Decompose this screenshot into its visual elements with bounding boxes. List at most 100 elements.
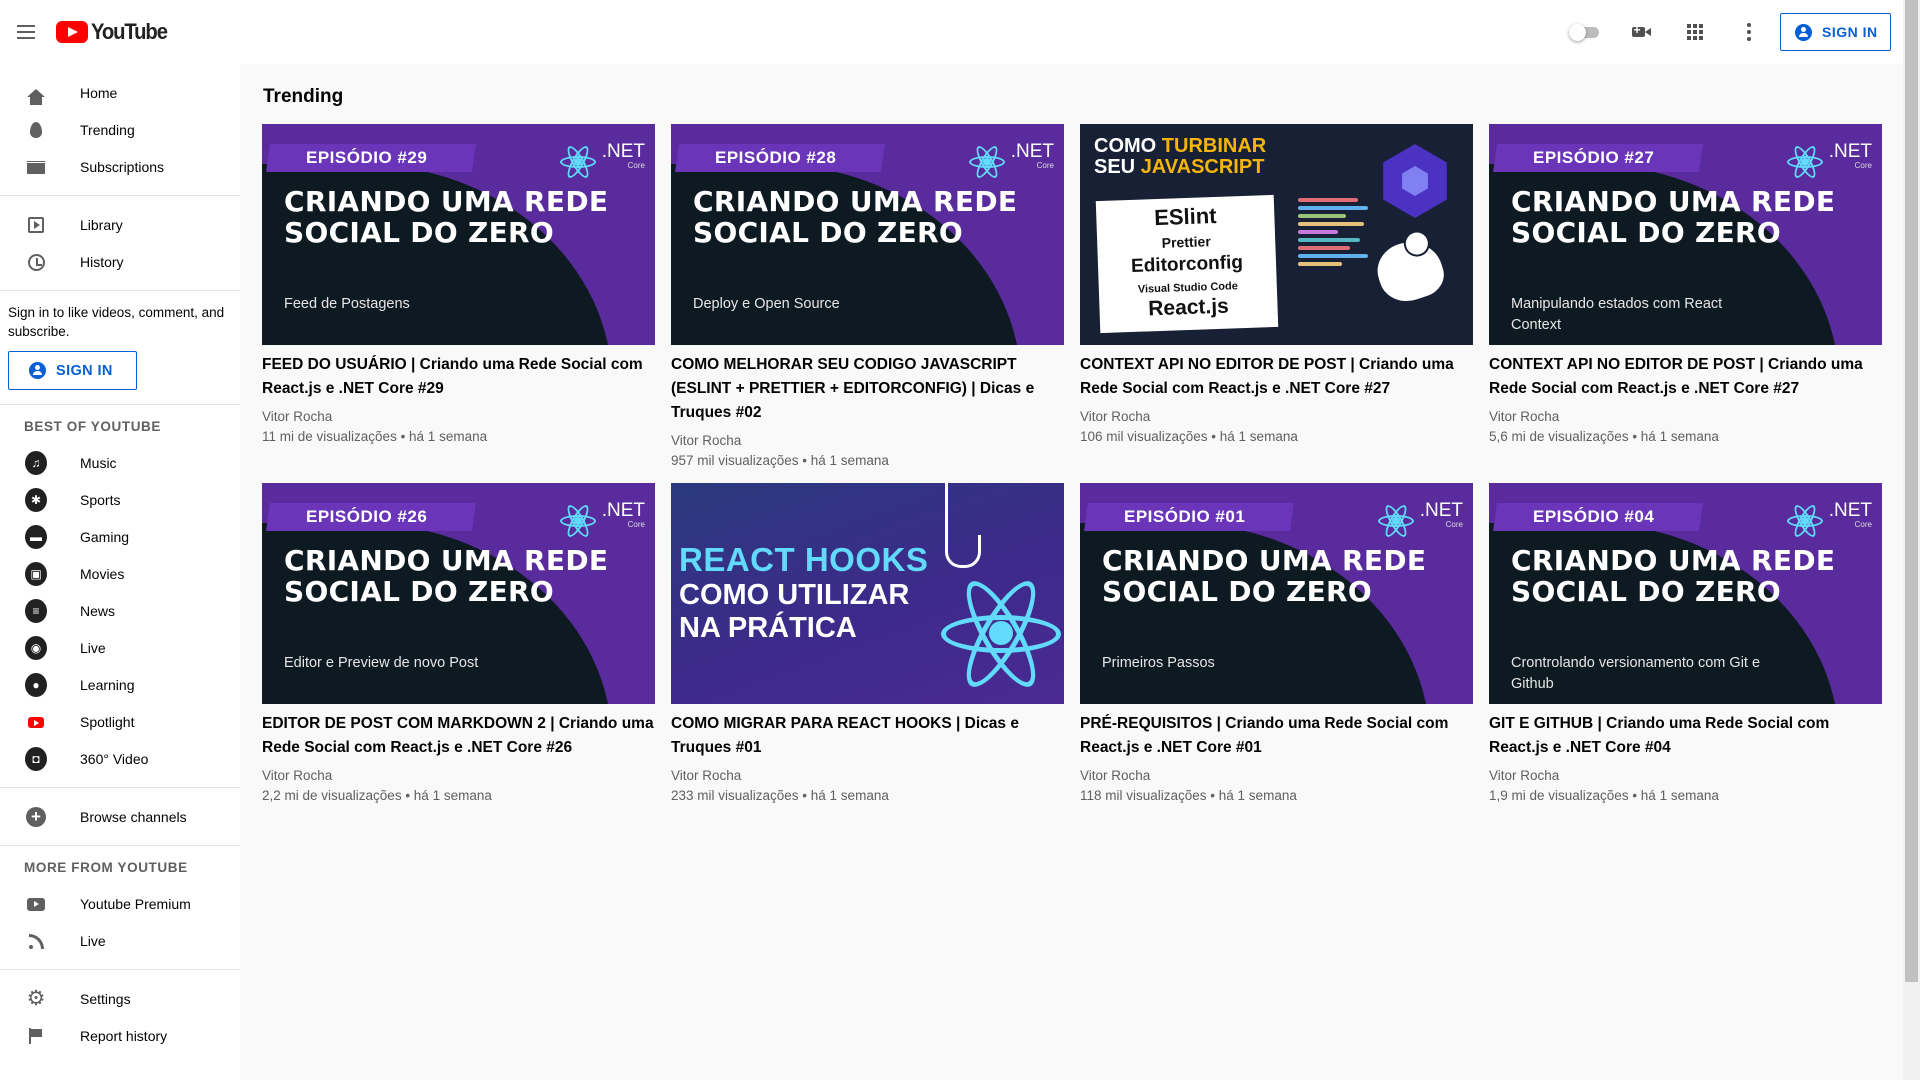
video-title[interactable]: GIT E GITHUB | Criando uma Rede Social c… (1489, 712, 1882, 760)
sidebar-item-label: Settings (80, 990, 131, 1007)
channel-name[interactable]: Vitor Rocha (1489, 407, 1882, 427)
page-scrollbar[interactable] (1903, 0, 1920, 1080)
sidebar-item-360-video[interactable]: ◘ 360° Video (0, 740, 240, 777)
create-video-icon[interactable] (1628, 20, 1652, 44)
channel-name[interactable]: Vitor Rocha (1080, 407, 1473, 427)
top-bar: YouTube SIGN IN (0, 0, 1903, 64)
header-sign-in-button[interactable]: SIGN IN (1780, 13, 1891, 51)
account-icon (29, 362, 46, 379)
video-title[interactable]: PRÉ-REQUISITOS | Criando uma Rede Social… (1080, 712, 1473, 760)
video-card[interactable]: REACT HOOKS COMO UTILIZAR NA PRÁTICA COM… (671, 483, 1064, 823)
apps-grid-icon[interactable] (1683, 20, 1707, 44)
core-text: Core (1445, 520, 1463, 529)
sidebar-item-live[interactable]: ◉ Live (0, 629, 240, 666)
core-text: Core (627, 520, 645, 529)
channel-name[interactable]: Vitor Rocha (1080, 766, 1473, 786)
channel-name[interactable]: Vitor Rocha (262, 407, 655, 427)
video-thumbnail[interactable]: REACT HOOKS COMO UTILIZAR NA PRÁTICA (671, 483, 1064, 704)
video-thumbnail[interactable]: EPISÓDIO #26 .NET Core CRIANDO UMA REDE S… (262, 483, 655, 704)
sidebar-item-spotlight[interactable]: Spotlight (0, 703, 240, 740)
thumbnail-headline: CRIANDO UMA REDE SOCIAL DO ZERO (1511, 544, 1836, 608)
sidebar-item-movies[interactable]: ▣ Movies (0, 555, 240, 592)
sidebar-item-news[interactable]: ≡ News (0, 592, 240, 629)
sidebar-item-label: Library (80, 216, 123, 233)
video-meta: 5,6 mi de visualizações • há 1 semana (1489, 429, 1719, 444)
video-card[interactable]: EPISÓDIO #01 .NET Core CRIANDO UMA REDE S… (1080, 483, 1473, 823)
video-thumbnail[interactable]: EPISÓDIO #01 .NET Core CRIANDO UMA REDE S… (1080, 483, 1473, 704)
thumbnail-headline: CRIANDO UMA REDE SOCIAL DO ZERO (693, 185, 1018, 249)
tool-label: Prettier (1161, 233, 1212, 251)
sidebar-item-youtube-premium[interactable]: Youtube Premium (0, 885, 240, 922)
video-thumbnail[interactable]: EPISÓDIO #29 .NET Core CRIANDO UMA REDE S… (262, 124, 655, 345)
sidebar-item-learning[interactable]: ● Learning (0, 666, 240, 703)
react-dotnet-logo: .NET Core (558, 501, 645, 541)
video-card[interactable]: COMO TURBINAR SEU JAVASCRIPT ESlint Pret… (1080, 124, 1473, 483)
sidebar-library-section: Library History (0, 196, 240, 291)
video-title[interactable]: COMO MIGRAR PARA REACT HOOKS | Dicas e T… (671, 712, 1064, 760)
video-thumbnail[interactable]: EPISÓDIO #28 .NET Core CRIANDO UMA REDE S… (671, 124, 1064, 345)
thumbnail-subtitle: Feed de Postagens (284, 296, 410, 312)
video-title[interactable]: COMO MELHORAR SEU CODIGO JAVASCRIPT (ESL… (671, 353, 1064, 425)
dotnet-text: .NET (1010, 141, 1054, 162)
video-thumbnail[interactable]: EPISÓDIO #27 .NET Core CRIANDO UMA REDE S… (1489, 124, 1882, 345)
sidebar-item-home[interactable]: Home (0, 74, 240, 111)
sidebar: Home Trending Subscriptions Library Hist… (0, 64, 240, 1080)
sidebar-item-library[interactable]: Library (0, 206, 240, 243)
channel-name[interactable]: Vitor Rocha (671, 766, 1064, 786)
react-dotnet-logo: .NET Core (558, 142, 645, 182)
video-card[interactable]: EPISÓDIO #04 .NET Core CRIANDO UMA REDE S… (1489, 483, 1882, 823)
movies-icon: ▣ (25, 562, 47, 586)
sidebar-item-sports[interactable]: ✱ Sports (0, 481, 240, 518)
more-options-icon[interactable] (1737, 20, 1761, 44)
channel-name[interactable]: Vitor Rocha (671, 431, 1064, 451)
sidebar-item-browse-channels[interactable]: + Browse channels (0, 798, 240, 835)
sidebar-signin-section: Sign in to like videos, comment, and sub… (0, 291, 240, 405)
sidebar-sign-in-button[interactable]: SIGN IN (8, 351, 137, 390)
video-title[interactable]: CONTEXT API NO EDITOR DE POST | Criando … (1080, 353, 1473, 401)
youtube-app: YouTube SIGN IN Home Trending Subscript (0, 0, 1920, 1080)
dark-mode-toggle[interactable] (1569, 24, 1601, 41)
sidebar-item-settings[interactable]: ⚙ Settings (0, 980, 240, 1017)
thumbnail-headline: REACT HOOKS (679, 541, 929, 578)
channel-name[interactable]: Vitor Rocha (1489, 766, 1882, 786)
sidebar-browse-section: + Browse channels (0, 788, 240, 846)
video-title[interactable]: EDITOR DE POST COM MARKDOWN 2 | Criando … (262, 712, 655, 760)
news-icon: ≡ (25, 599, 47, 623)
live-feed-icon (25, 931, 47, 951)
menu-icon[interactable] (14, 20, 38, 44)
episode-badge: EPISÓDIO #28 (715, 148, 837, 167)
core-text: Core (627, 161, 645, 170)
sidebar-item-gaming[interactable]: ▬ Gaming (0, 518, 240, 555)
video-card[interactable]: EPISÓDIO #27 .NET Core CRIANDO UMA REDE S… (1489, 124, 1882, 483)
sidebar-item-label: Live (80, 932, 106, 949)
video-thumbnail[interactable]: EPISÓDIO #04 .NET Core CRIANDO UMA REDE S… (1489, 483, 1882, 704)
video-title[interactable]: FEED DO USUÁRIO | Criando uma Rede Socia… (262, 353, 655, 401)
channel-name[interactable]: Vitor Rocha (262, 766, 655, 786)
sidebar-item-report-history[interactable]: Report history (0, 1017, 240, 1054)
sidebar-item-label: Browse channels (80, 808, 187, 825)
react-icon (1785, 142, 1825, 182)
react-icon (967, 142, 1007, 182)
sidebar-item-label: 360° Video (80, 750, 149, 767)
video-meta: 118 mil visualizações • há 1 semana (1080, 788, 1297, 803)
video-card[interactable]: EPISÓDIO #29 .NET Core CRIANDO UMA REDE S… (262, 124, 655, 483)
sidebar-item-trending[interactable]: Trending (0, 111, 240, 148)
home-icon (25, 83, 47, 105)
sidebar-item-subscriptions[interactable]: Subscriptions (0, 148, 240, 185)
thumbnail-headline: CRIANDO UMA REDE SOCIAL DO ZERO (1102, 544, 1427, 608)
sidebar-item-history[interactable]: History (0, 243, 240, 280)
video-card[interactable]: EPISÓDIO #26 .NET Core CRIANDO UMA REDE S… (262, 483, 655, 823)
trending-icon (25, 120, 47, 140)
page-title: Trending (263, 86, 344, 107)
sidebar-item-live-feed[interactable]: Live (0, 922, 240, 959)
scrollbar-thumb[interactable] (1905, 0, 1918, 982)
youtube-logo[interactable]: YouTube (56, 19, 173, 44)
video-thumbnail[interactable]: COMO TURBINAR SEU JAVASCRIPT ESlint Pret… (1080, 124, 1473, 345)
video-grid: EPISÓDIO #29 .NET Core CRIANDO UMA REDE S… (262, 124, 1882, 823)
episode-badge: EPISÓDIO #29 (306, 148, 428, 167)
sidebar-item-music[interactable]: ♫ Music (0, 444, 240, 481)
tool-label: React.js (1147, 294, 1230, 321)
video-title[interactable]: CONTEXT API NO EDITOR DE POST | Criando … (1489, 353, 1882, 401)
episode-badge: EPISÓDIO #27 (1533, 148, 1655, 167)
video-card[interactable]: EPISÓDIO #28 .NET Core CRIANDO UMA REDE S… (671, 124, 1064, 483)
